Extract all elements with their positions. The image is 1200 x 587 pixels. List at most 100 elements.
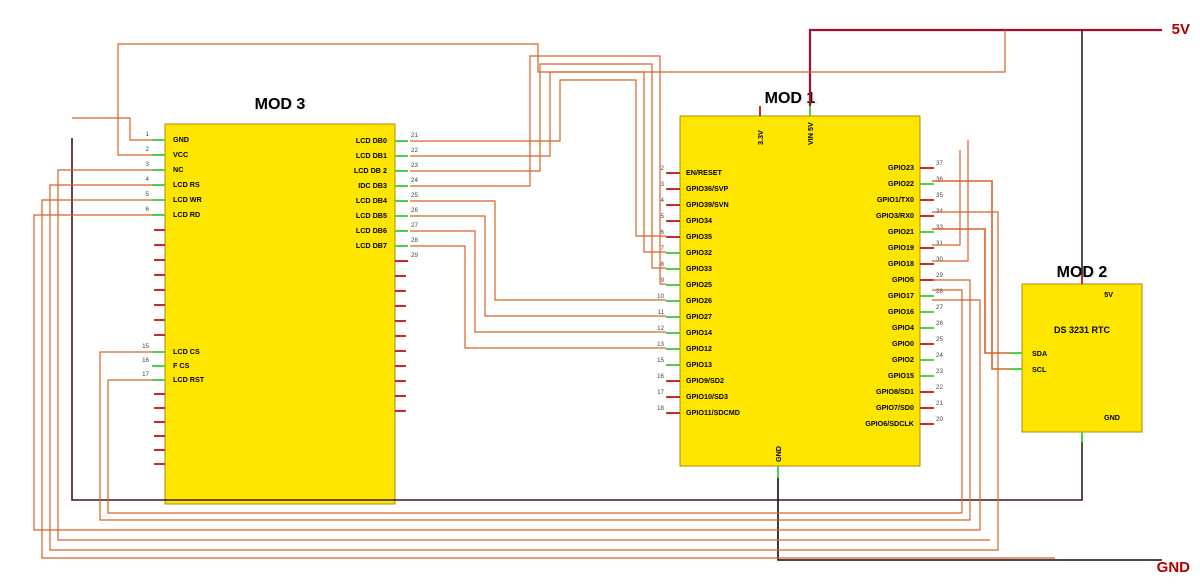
mod1-left-pin: GPIO11/SDCMD — [686, 408, 740, 417]
mod3-right-num: 29 — [411, 252, 418, 259]
mod1-left-num: 7 — [661, 245, 665, 252]
mod1-left-pin: GPIO9/SD2 — [686, 376, 724, 385]
mod1-right-pin: GPIO4 — [892, 323, 914, 332]
mod3-left-num: 1 — [146, 131, 150, 138]
mod3-lower-pin: LCD CS — [173, 347, 200, 356]
mod3-block: MOD 3 MOD 3 1GND2VCC3NC4LCD RS5LCD WR6LC… — [142, 95, 418, 504]
schematic-canvas: MOD 3 MOD 3 1GND2VCC3NC4LCD RS5LCD WR6LC… — [0, 0, 1200, 587]
mod1-right-pin: GPIO2 — [892, 355, 914, 364]
mod1-left-pin: GPIO36/SVP — [686, 184, 729, 193]
mod1-left-pin: GPIO25 — [686, 280, 712, 289]
mod3-lower-num: 16 — [142, 357, 149, 364]
mod1-right-pin: GPIO16 — [888, 307, 914, 316]
mod3-right-pin: LCD DB0 — [356, 136, 387, 145]
mod3-left-num: 4 — [146, 176, 150, 183]
mod3-lower-num: 15 — [142, 343, 149, 350]
mod3-right-num: 23 — [411, 162, 418, 169]
mod1-right-num: 28 — [936, 288, 943, 295]
rail-5v-label: 5V — [1172, 21, 1190, 38]
mod1-left-pin: GPIO27 — [686, 312, 712, 321]
mod1-right-pin: GPIO23 — [888, 163, 914, 172]
mod1-right-num: 37 — [936, 160, 943, 167]
mod1-right-pin: GPIO3/RX0 — [876, 211, 914, 220]
mod3-left-num: 6 — [146, 206, 150, 213]
mod1-right-num: 35 — [936, 192, 943, 199]
mod1-right-pin: GPIO22 — [888, 179, 914, 188]
mod1-right-pin: GPIO8/SD1 — [876, 387, 914, 396]
mod3-right-num: 24 — [411, 177, 418, 184]
mod3-right-num: 27 — [411, 222, 418, 229]
mod3-lower-pin: F CS — [173, 361, 190, 370]
mod3-right-pin: LCD DB6 — [356, 226, 387, 235]
mod3-right-pin: LCD DB5 — [356, 211, 387, 220]
mod1-left-pin: GPIO39/SVN — [686, 200, 729, 209]
mod3-left-num: 3 — [146, 161, 150, 168]
mod3-right-pin: LCD DB4 — [356, 196, 387, 205]
mod1-left-num: 10 — [657, 293, 664, 300]
mod1-right-num: 27 — [936, 304, 943, 311]
mod1-right-num: 33 — [936, 224, 943, 231]
mod3-left-num: 2 — [146, 146, 150, 153]
mod3-title: MOD 3 — [255, 96, 306, 113]
mod1-left-num: 9 — [661, 277, 665, 284]
mod1-right-pin: GPIO15 — [888, 371, 914, 380]
mod3-left-pin: LCD WR — [173, 195, 203, 204]
mod1-left-pin: GPIO12 — [686, 344, 712, 353]
mod3-lower-pin: LCD RST — [173, 375, 205, 384]
mod1-right-pin: GPIO18 — [888, 259, 914, 268]
mod2-block: MOD 2 MOD 2 DS 3231 RTC 5V SDA SCL GND — [1010, 263, 1142, 442]
mod1-right-num: 36 — [936, 176, 943, 183]
mod1-left-num: 3 — [661, 181, 665, 188]
mod2-pin-gnd: GND — [1104, 413, 1120, 422]
mod1-left-num: 13 — [657, 341, 664, 348]
mod3-right-num: 25 — [411, 192, 418, 199]
mod1-right-pin: GPIO6/SDCLK — [865, 419, 915, 428]
mod3-lower-num: 17 — [142, 371, 149, 378]
mod3-left-pin: LCD RD — [173, 210, 200, 219]
mod1-left-num: 11 — [658, 309, 665, 316]
mod3-right-num: 28 — [411, 237, 418, 244]
mod1-left-pin: GPIO13 — [686, 360, 712, 369]
mod1-block: MOD 1 MOD 1 3.3V VIN 5V GND 2EN/RESET3GP… — [657, 89, 943, 478]
mod2-pin-scl: SCL — [1032, 365, 1047, 374]
mod3-left-pin: LCD RS — [173, 180, 200, 189]
mod1-left-pin: GPIO35 — [686, 232, 712, 241]
mod1-left-pin: GPIO34 — [686, 216, 712, 225]
mod1-left-pin: GPIO33 — [686, 264, 712, 273]
mod3-left-pin: GND — [173, 135, 189, 144]
mod3-right-num: 22 — [411, 147, 418, 154]
mod1-right-num: 30 — [936, 256, 943, 263]
mod1-title: MOD 1 — [765, 90, 816, 107]
mod1-left-num: 5 — [661, 213, 665, 220]
mod1-right-num: 23 — [936, 368, 943, 375]
mod1-right-pin: GPIO19 — [888, 243, 914, 252]
mod1-left-pin: GPIO10/SD3 — [686, 392, 728, 401]
mod1-left-num: 8 — [661, 261, 665, 268]
mod3-right-num: 21 — [411, 132, 418, 139]
mod1-left-num: 12 — [657, 325, 664, 332]
mod2-pin-5v: 5V — [1104, 290, 1113, 299]
mod2-chip-label: DS 3231 RTC — [1054, 325, 1111, 335]
mod1-right-num: 22 — [936, 384, 943, 391]
mod1-right-num: 24 — [936, 352, 943, 359]
mod3-left-pin: NC — [173, 165, 183, 174]
mod1-right-pin: GPIO1/TX0 — [877, 195, 914, 204]
mod1-pin-vin5v: VIN 5V — [806, 122, 815, 145]
mod1-left-num: 18 — [657, 405, 664, 412]
mod3-right-pin: LCD DB7 — [356, 241, 387, 250]
mod1-left-num: 4 — [661, 197, 665, 204]
mod1-left-num: 2 — [661, 165, 665, 172]
mod3-right-num: 26 — [411, 207, 418, 214]
rail-gnd-label: GND — [1157, 559, 1191, 576]
mod3-right-pin: IDC DB3 — [358, 181, 387, 190]
mod1-right-num: 25 — [936, 336, 943, 343]
mod3-left-pin: VCC — [173, 150, 188, 159]
mod1-right-pin: GPIO21 — [888, 227, 914, 236]
mod1-pin-3v3: 3.3V — [756, 130, 765, 145]
mod2-pin-sda: SDA — [1032, 349, 1047, 358]
mod1-pin-gnd: GND — [774, 446, 783, 462]
mod1-right-pin: GPIO5 — [892, 275, 914, 284]
mod3-right-pin: LCD DB 2 — [354, 166, 387, 175]
mod1-right-pin: GPIO0 — [892, 339, 914, 348]
mod1-left-num: 16 — [657, 373, 664, 380]
